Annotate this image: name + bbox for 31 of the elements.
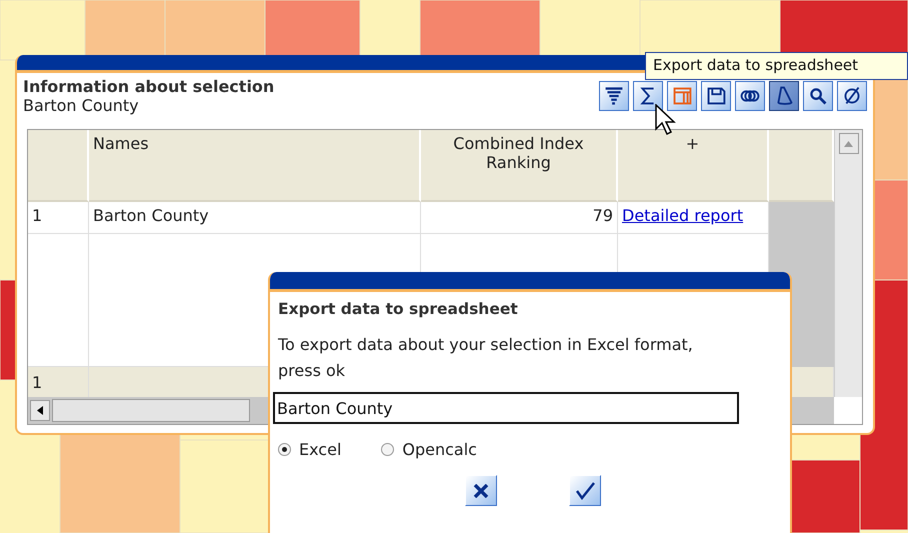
- toolbar-button[interactable]: [769, 81, 799, 111]
- selection-name: Barton County: [23, 96, 140, 115]
- up-arrow-icon: [844, 140, 853, 146]
- toolbar-button[interactable]: [735, 81, 765, 111]
- vertical-scrollbar[interactable]: [834, 130, 862, 397]
- column-header[interactable]: Names: [89, 130, 421, 202]
- column-header[interactable]: Combined Index Ranking: [421, 130, 618, 202]
- dialog-message: To export data about your selection in Excel format, press ok: [278, 334, 694, 382]
- report-link[interactable]: Detailed report: [622, 206, 744, 225]
- table-cell: 79: [421, 202, 618, 234]
- panel-title: Information about selection: [23, 77, 274, 96]
- cursor-icon: [655, 104, 677, 136]
- table-cell: 1: [28, 202, 89, 234]
- toolbar-button[interactable]: [803, 81, 833, 111]
- toolbar-button[interactable]: [599, 81, 629, 111]
- column-header: [769, 130, 834, 202]
- close-icon: [473, 484, 489, 498]
- toolbar-button[interactable]: [701, 81, 731, 111]
- toolbar-button[interactable]: [633, 81, 663, 111]
- check-icon: [575, 482, 595, 500]
- tooltip: Export data to spreadsheet: [645, 52, 908, 80]
- ok-button[interactable]: [569, 475, 601, 506]
- table-cell: Barton County: [89, 202, 421, 234]
- format-radio[interactable]: Opencalc: [381, 440, 477, 459]
- column-header[interactable]: +: [618, 130, 769, 202]
- left-arrow-icon: [37, 406, 43, 415]
- input-field[interactable]: Barton County: [273, 392, 739, 424]
- dialog-title: Export data to spreadsheet: [278, 300, 519, 318]
- format-radio[interactable]: Excel: [278, 440, 342, 459]
- cancel-button[interactable]: [465, 475, 497, 506]
- toolbar-button[interactable]: [837, 81, 867, 111]
